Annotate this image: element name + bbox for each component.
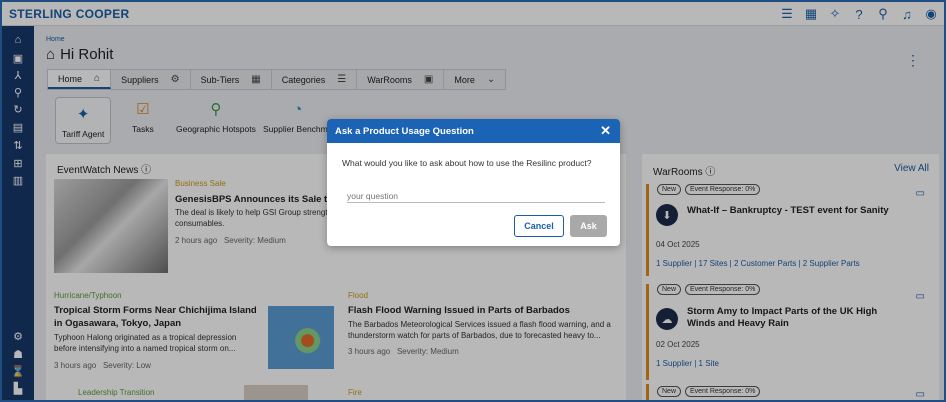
ask-question-dialog: Ask a Product Usage Question ✕ What woul… bbox=[327, 119, 620, 246]
dialog-header: Ask a Product Usage Question ✕ bbox=[327, 119, 620, 143]
dialog-title: Ask a Product Usage Question bbox=[335, 126, 474, 137]
cancel-button[interactable]: Cancel bbox=[514, 215, 564, 237]
dialog-prompt: What would you like to ask about how to … bbox=[342, 158, 592, 168]
ask-button[interactable]: Ask bbox=[570, 215, 607, 237]
close-icon[interactable]: ✕ bbox=[600, 123, 611, 139]
question-input[interactable] bbox=[347, 187, 605, 203]
